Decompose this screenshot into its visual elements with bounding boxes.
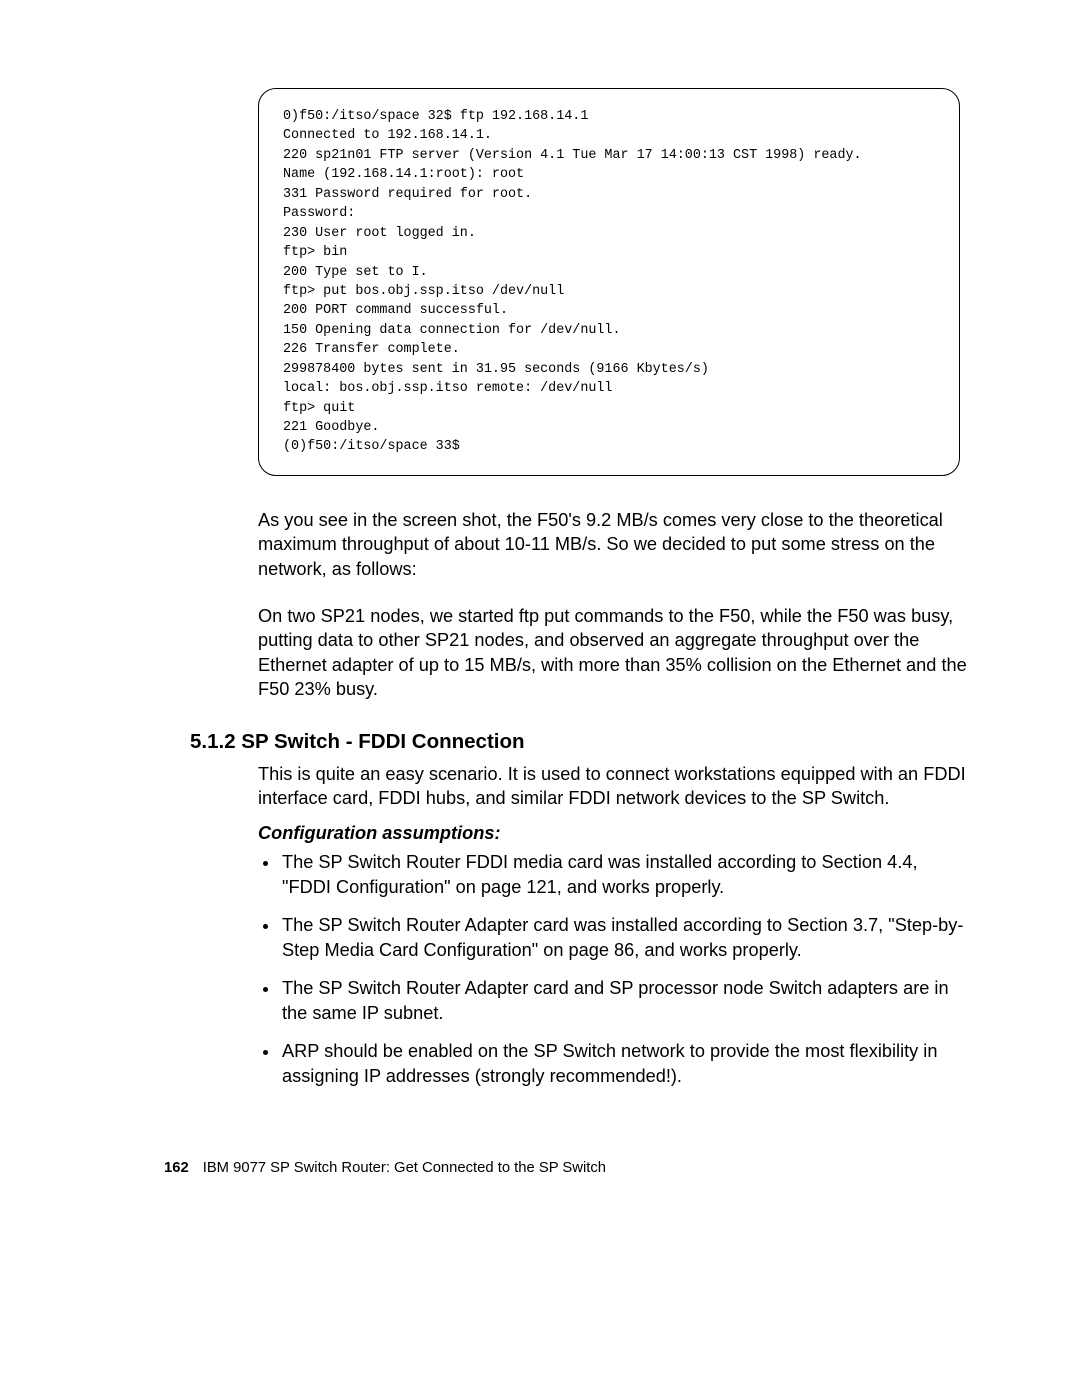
sub-heading: Configuration assumptions:: [258, 823, 970, 844]
list-item: The SP Switch Router FDDI media card was…: [280, 850, 970, 899]
list-item: The SP Switch Router Adapter card and SP…: [280, 976, 970, 1025]
page-footer: 162 IBM 9077 SP Switch Router: Get Connec…: [164, 1160, 970, 1176]
list-item: ARP should be enabled on the SP Switch n…: [280, 1039, 970, 1088]
paragraph-2: On two SP21 nodes, we started ftp put co…: [258, 604, 970, 702]
page-content: 0)f50:/itso/space 32$ ftp 192.168.14.1 C…: [0, 0, 1080, 1226]
section-heading: 5.1.2 SP Switch - FDDI Connection: [190, 730, 970, 754]
page-number: 162: [164, 1160, 189, 1176]
footer-title: IBM 9077 SP Switch Router: Get Connected…: [203, 1160, 606, 1176]
list-item: The SP Switch Router Adapter card was in…: [280, 913, 970, 962]
paragraph-3: This is quite an easy scenario. It is us…: [258, 762, 970, 811]
code-block: 0)f50:/itso/space 32$ ftp 192.168.14.1 C…: [258, 88, 960, 476]
paragraph-1: As you see in the screen shot, the F50's…: [258, 508, 970, 582]
config-bullet-list: The SP Switch Router FDDI media card was…: [258, 850, 970, 1089]
